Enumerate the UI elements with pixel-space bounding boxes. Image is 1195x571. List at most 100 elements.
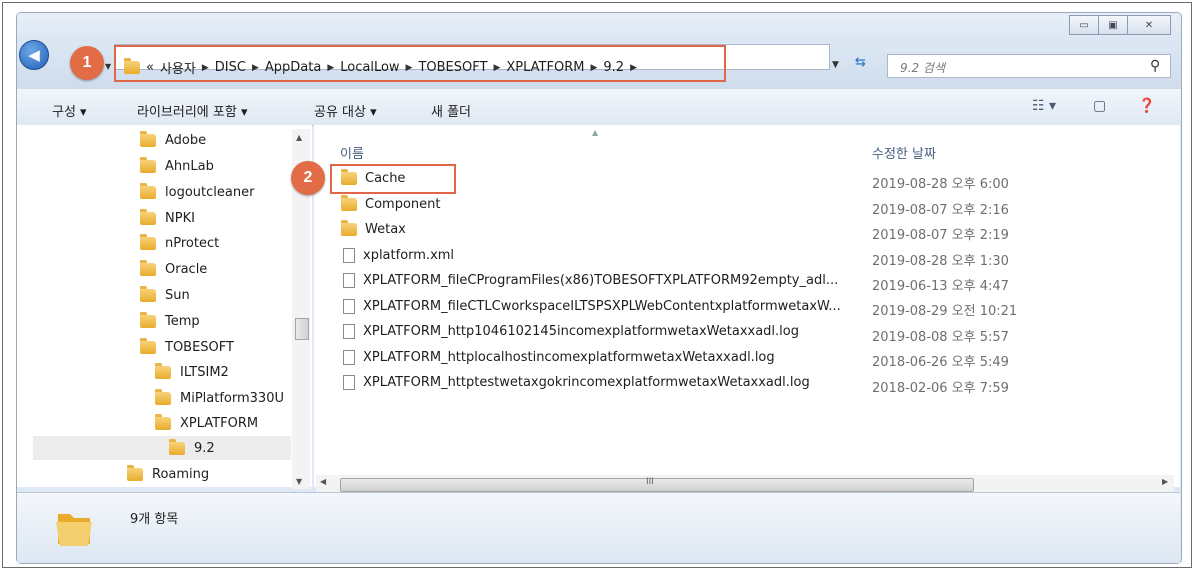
tree-item-label: Temp [165,314,200,329]
tree-item[interactable]: MiPlatform330U [155,389,284,406]
folder-icon [140,260,156,276]
nav-scroll-thumb[interactable] [295,318,309,340]
breadcrumb-sep-icon[interactable]: ▶ [493,63,500,73]
tree-item-label: Oracle [165,262,208,277]
list-item[interactable]: Wetax [341,220,406,237]
tree-item[interactable]: Oracle [140,260,208,277]
address-dropdown-icon[interactable]: ▼ [832,60,839,70]
folder-icon [140,183,156,199]
breadcrumb-sep-icon[interactable]: ▶ [327,63,334,73]
file-name: XPLATFORM_httptestwetaxgokrincomexplatfo… [363,375,810,390]
breadcrumb-item[interactable]: LocalLow [340,60,399,75]
scroll-up-icon[interactable]: ▲ [296,133,302,142]
tree-item-label: XPLATFORM [180,416,259,431]
file-name: xplatform.xml [363,248,455,263]
breadcrumb-item[interactable]: 사용자 [160,58,196,77]
tree-item-selected[interactable]: 9.2 [169,439,215,456]
tree-item[interactable]: TOBESOFT [140,338,234,355]
file-name: XPLATFORM_httplocalhostincomexplatformwe… [363,350,775,365]
folder-icon [140,131,156,147]
list-item[interactable]: XPLATFORM_httptestwetaxgokrincomexplatfo… [343,375,810,390]
file-date: 2019-08-28 오후 6:00 [872,177,1009,192]
tree-item[interactable]: Temp [140,312,200,329]
back-button[interactable]: ◀ [19,40,49,70]
tree-item[interactable]: XPLATFORM [155,414,259,431]
file-scroll-thumb[interactable] [340,478,974,492]
include-in-library-button[interactable]: 라이브러리에 포함 ▾ [137,101,247,120]
window-controls: ▭ ▣ ✕ [1069,15,1171,35]
folder-icon [341,220,357,236]
breadcrumb-item[interactable]: TOBESOFT [418,60,487,75]
folder-icon [140,286,156,302]
breadcrumb-sep-icon[interactable]: ▶ [590,63,597,73]
tree-item[interactable]: AhnLab [140,157,214,174]
tree-item-label: Adobe [165,133,207,148]
file-name: Wetax [365,222,406,237]
maximize-button[interactable]: ▣ [1098,15,1128,35]
tree-item[interactable]: Adobe [140,131,207,148]
folder-icon [124,58,140,74]
folder-icon [341,169,357,185]
document-icon [343,299,355,314]
title-bar: ▭ ▣ ✕ [17,13,1181,45]
folder-icon [341,195,357,211]
breadcrumb-item[interactable]: XPLATFORM [506,60,584,75]
refresh-icon[interactable]: ⇆ [855,55,877,75]
list-item[interactable]: XPLATFORM_http1046102145incomexplatformw… [343,324,799,339]
document-icon [343,375,355,390]
breadcrumb-item[interactable]: AppData [265,60,321,75]
help-icon[interactable]: ❓ [1138,98,1155,114]
document-icon [343,248,355,263]
list-item[interactable]: XPLATFORM_httplocalhostincomexplatformwe… [343,350,775,365]
file-date: 2019-08-07 오후 2:19 [872,228,1009,243]
tree-item[interactable]: Roaming [127,465,209,482]
file-date: 2019-08-08 오후 5:57 [872,330,1009,345]
share-with-button[interactable]: 공유 대상 ▾ [314,101,377,120]
scroll-left-icon[interactable]: ◀ [320,477,326,486]
column-header-date[interactable]: 수정한 날짜 [872,143,936,162]
file-name: Component [365,197,441,212]
breadcrumb-item[interactable]: DISC [215,60,246,75]
tree-item-label: NPKI [165,211,195,226]
folder-icon [140,157,156,173]
tree-item[interactable]: nProtect [140,234,219,251]
breadcrumb-sep-icon[interactable]: ▶ [406,63,413,73]
file-name: XPLATFORM_fileCTLCworkspaceILTSPSXPLWebC… [363,299,841,314]
breadcrumb-item[interactable]: 9.2 [603,60,624,75]
file-date: 2019-08-07 오후 2:16 [872,203,1009,218]
view-options-icon[interactable]: ☷ ▾ [1032,98,1056,114]
document-icon [343,324,355,339]
list-item[interactable]: Component [341,195,441,212]
breadcrumb-sep-icon[interactable]: ▶ [202,63,209,73]
organize-button[interactable]: 구성 ▾ [52,101,87,120]
tree-item-label: ILTSIM2 [180,365,229,380]
tree-item[interactable]: NPKI [140,209,195,226]
list-item[interactable]: XPLATFORM_fileCProgramFiles(x86)TOBESOFT… [343,273,838,288]
folder-icon [127,465,143,481]
search-icon[interactable]: ⚲ [1150,58,1160,74]
list-item[interactable]: xplatform.xml [343,248,454,263]
tree-item-label: logoutcleaner [165,185,255,200]
recent-pages-chevron-icon[interactable]: ▼ [105,62,111,71]
tree-item-label: AhnLab [165,159,214,174]
item-count: 9개 항목 [130,512,179,527]
document-icon [343,273,355,288]
breadcrumb-sep-icon[interactable]: ▶ [630,63,637,73]
folder-icon [169,439,185,455]
close-button[interactable]: ✕ [1127,15,1171,35]
scroll-down-icon[interactable]: ▼ [296,477,302,486]
scroll-right-icon[interactable]: ▶ [1162,477,1168,486]
column-header-name[interactable]: 이름 [340,143,364,162]
tree-item[interactable]: Sun [140,286,190,303]
minimize-button[interactable]: ▭ [1069,15,1099,35]
tree-item[interactable]: ILTSIM2 [155,363,229,380]
breadcrumb-sep-icon[interactable]: ▶ [252,63,259,73]
list-item[interactable]: XPLATFORM_fileCTLCworkspaceILTSPSXPLWebC… [343,299,841,314]
breadcrumb-overflow[interactable]: « [146,60,154,75]
sort-ascending-icon: ▲ [592,128,599,137]
preview-pane-icon[interactable]: ▢ [1093,98,1106,114]
list-item[interactable]: Cache [341,169,405,186]
folder-icon [140,338,156,354]
tree-item[interactable]: logoutcleaner [140,183,255,200]
new-folder-button[interactable]: 새 폴더 [431,101,471,120]
